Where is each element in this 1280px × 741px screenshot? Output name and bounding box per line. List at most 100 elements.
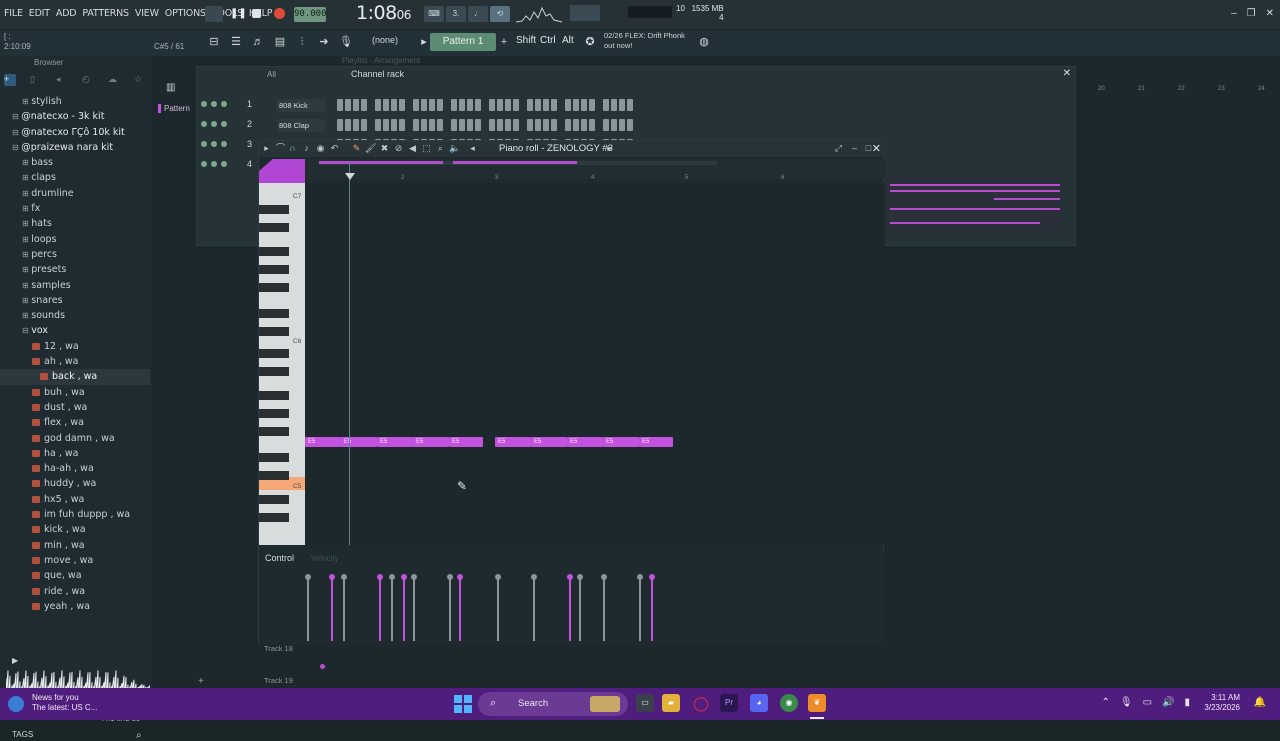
channel-controls[interactable] <box>201 121 227 127</box>
premiere-icon[interactable]: Pr <box>720 694 738 712</box>
channel-row[interactable]: 2 808 Clap <box>197 117 1077 133</box>
browser-item[interactable]: yeah , wa <box>0 599 150 614</box>
step-button[interactable] <box>475 119 481 131</box>
step-button[interactable] <box>467 99 473 111</box>
tray-chevron-icon[interactable]: ⌃ <box>1101 697 1109 708</box>
discord-icon[interactable]: ◕ <box>750 694 768 712</box>
close-icon[interactable]: ✕ <box>872 142 881 155</box>
midi-note[interactable]: E5 <box>449 437 483 447</box>
slice-icon[interactable]: ◀ <box>407 143 418 154</box>
step-button[interactable] <box>399 99 405 111</box>
playhead-marker[interactable] <box>345 173 355 180</box>
menu-item-patterns[interactable]: PATTERNS <box>82 8 129 19</box>
black-key[interactable] <box>259 327 289 336</box>
step-button[interactable] <box>565 99 571 111</box>
black-key[interactable] <box>259 391 289 400</box>
magnet-icon[interactable]: ⌒ <box>275 143 286 154</box>
step-button[interactable] <box>429 99 435 111</box>
step-edit-icon[interactable]: 3. <box>446 6 466 22</box>
news-ticker[interactable]: 02/26 FLEX: Drift Phonk out now! <box>604 31 685 51</box>
black-key[interactable] <box>259 309 289 318</box>
file-icon[interactable]: ▯ <box>30 74 42 86</box>
velocity-bar[interactable] <box>401 574 407 641</box>
step-button[interactable] <box>345 99 351 111</box>
record-icon[interactable]: ◉ <box>315 143 326 154</box>
select-icon[interactable]: ⬚ <box>421 143 432 154</box>
mic-icon[interactable]: 🎙 <box>1120 697 1133 708</box>
menu-arrow-icon[interactable]: ▸ <box>261 143 272 154</box>
step-button[interactable] <box>627 119 633 131</box>
delete-icon[interactable]: ✖ <box>379 143 390 154</box>
metronome-icon[interactable]: ♩ <box>468 6 488 22</box>
step-button[interactable] <box>611 99 617 111</box>
velocity-bar[interactable] <box>305 574 311 641</box>
step-button[interactable] <box>543 99 549 111</box>
event-control-lane[interactable]: Control Velocity <box>259 551 885 645</box>
browser-item[interactable]: flex , wa <box>0 415 150 430</box>
browser-item[interactable]: kick , wa <box>0 522 150 537</box>
browser-item[interactable]: ride , wa <box>0 584 150 599</box>
step-button[interactable] <box>391 99 397 111</box>
step-button[interactable] <box>513 119 519 131</box>
track-19-label[interactable]: Track 19 <box>264 676 293 685</box>
step-button[interactable] <box>543 119 549 131</box>
step-button[interactable] <box>603 99 609 111</box>
step-button[interactable] <box>611 119 617 131</box>
velocity-bar[interactable] <box>637 574 643 641</box>
step-button[interactable] <box>383 99 389 111</box>
task-view-icon[interactable]: ▭ <box>636 694 654 712</box>
midi-note[interactable]: E5 <box>413 437 449 447</box>
file-explorer-icon[interactable]: ▰ <box>662 694 680 712</box>
step-button[interactable] <box>551 119 557 131</box>
maximize-icon[interactable]: ❐ <box>1247 8 1256 19</box>
shift-key-button[interactable]: Shift <box>516 35 536 46</box>
black-key[interactable] <box>259 349 289 358</box>
step-button[interactable] <box>589 99 595 111</box>
news-widget[interactable]: News for you The latest: US C... <box>32 693 97 713</box>
channel-knob-icon[interactable] <box>201 161 207 167</box>
minimize-icon[interactable]: – <box>1231 8 1237 19</box>
channel-knob-icon[interactable] <box>221 161 227 167</box>
control-label[interactable]: Control <box>265 553 294 563</box>
step-button[interactable] <box>451 119 457 131</box>
detach-icon[interactable]: ⤢ <box>833 143 844 154</box>
preview-play-icon[interactable]: ▶ <box>12 656 18 665</box>
step-button[interactable] <box>353 99 359 111</box>
snap-selector[interactable]: (none) <box>372 35 398 45</box>
notifications-icon[interactable]: 🔔 <box>1254 697 1266 708</box>
browser-item[interactable]: ⊟ @praizewa nara kit <box>0 140 150 155</box>
ctrl-key-button[interactable]: Ctrl <box>540 35 556 46</box>
news-icon[interactable]: ✪ <box>582 34 598 50</box>
step-button[interactable] <box>361 99 367 111</box>
step-button[interactable] <box>497 119 503 131</box>
channel-knob-icon[interactable] <box>221 121 227 127</box>
browser-item[interactable]: min , wa <box>0 538 150 553</box>
velocity-bar[interactable] <box>389 574 395 641</box>
browser-item[interactable]: ⊟ @natecxo - 3k kit <box>0 109 150 124</box>
velocity-bar[interactable] <box>601 574 607 641</box>
taskbar-search[interactable]: ⌕ Search <box>478 692 628 716</box>
record-button[interactable] <box>274 8 285 19</box>
pattern-selector[interactable]: Pattern 1 <box>430 33 496 51</box>
browser-item[interactable]: ⊞ hats <box>0 216 150 231</box>
browser-item[interactable]: dust , wa <box>0 400 150 415</box>
step-button[interactable] <box>603 119 609 131</box>
fl-studio-icon[interactable]: ❦ <box>808 694 826 712</box>
stop-button[interactable] <box>252 9 261 18</box>
step-button[interactable] <box>391 119 397 131</box>
mixer-icon[interactable]: ⫶ <box>294 34 310 50</box>
black-key[interactable] <box>259 513 289 522</box>
windows-start-icon[interactable] <box>454 695 472 713</box>
battery-icon[interactable]: ▮ <box>1184 697 1190 708</box>
step-button[interactable] <box>505 99 511 111</box>
step-button[interactable] <box>513 99 519 111</box>
channel-controls[interactable] <box>201 161 227 167</box>
step-button[interactable] <box>437 99 443 111</box>
menu-item-file[interactable]: FILE <box>4 8 23 19</box>
browser-item[interactable]: ha , wa <box>0 446 150 461</box>
browser-item[interactable]: 12 , wa <box>0 339 150 354</box>
midi-note[interactable]: E5 <box>639 437 673 447</box>
velocity-bar[interactable] <box>447 574 453 641</box>
pause-button[interactable]: ❚❚ <box>230 8 247 22</box>
browser-item[interactable]: ⊞ claps <box>0 170 150 185</box>
